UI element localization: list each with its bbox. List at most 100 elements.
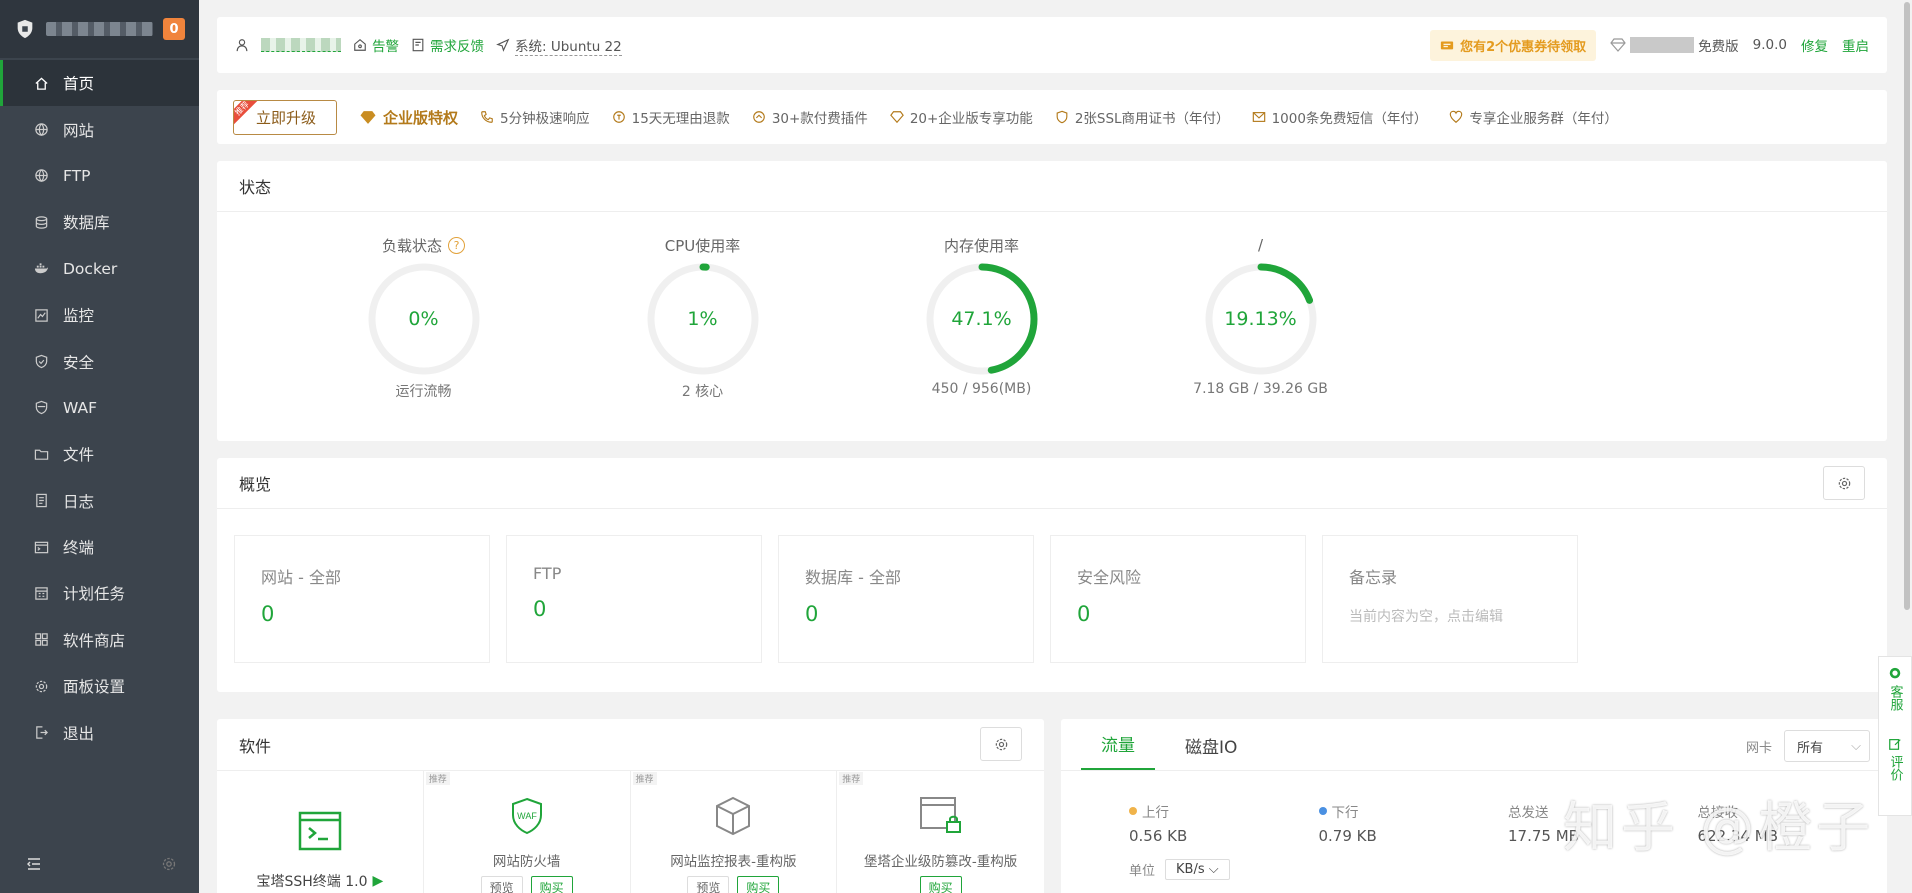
top-bar: 告警 需求反馈 系统: Ubuntu 22 您有2个优惠券待领取 免费版 9.0… [217,17,1887,73]
gauge-value: 19.13% [1224,308,1297,330]
gauge-title: 内存使用率 [943,236,1019,255]
buy-button[interactable]: 购买 [737,876,780,893]
buy-button[interactable]: 购买 [530,876,573,893]
buy-button[interactable]: 购买 [919,876,962,893]
stat-label: 上行 [1142,805,1169,821]
sidebar-item-files[interactable]: 文件 [0,431,199,477]
sidebar-item-home[interactable]: 首页 [0,60,199,107]
tab-disk-io[interactable]: 磁盘IO [1165,733,1257,770]
heart-shield-icon [1450,110,1463,123]
sidebar-item-ftp[interactable]: FTP [0,153,199,199]
gauge-cpu[interactable]: CPU使用率 1% 2 核心 [563,212,842,401]
overview-box-website[interactable]: 网站 - 全部 0 [234,535,490,663]
overview-box-database[interactable]: 数据库 - 全部 0 [778,535,1034,663]
collapse-menu-icon[interactable] [26,856,42,872]
help-icon[interactable]: ? [448,236,465,254]
server-ip-blurred[interactable] [261,38,341,52]
unit-select[interactable]: KB/s ⌵ [1165,859,1230,880]
customer-service-button[interactable]: 客服 [1888,667,1903,711]
tab-traffic[interactable]: 流量 [1081,731,1155,770]
sidebar-item-database[interactable]: 数据库 [0,199,199,245]
settings-gear-icon[interactable] [161,856,177,872]
gauge-ring: 19.13% [1203,261,1319,377]
nic-select[interactable]: 所有 ⌵ [1784,730,1870,762]
overview-value[interactable]: 0 [533,597,761,621]
send-icon [496,38,510,52]
sidebar-item-label: 首页 [63,75,95,94]
folder-icon [33,446,49,462]
sidebar-item-cron[interactable]: 计划任务 [0,570,199,616]
gauge-load[interactable]: 负载状态? 0% 运行流畅 [284,212,563,401]
software-item-tamper-proof[interactable]: 推荐 堡塔企业级防篡改-重构版 购买 [837,771,1044,893]
waf-shield-icon [33,400,49,416]
memo-note[interactable]: 当前内容为空，点击编辑 [1349,606,1577,626]
gear-icon [995,738,1007,750]
memo-label: 备忘录 [1349,568,1398,587]
software-item-waf[interactable]: 推荐 WAF 网站防火墙 预览 购买 [424,771,631,893]
version-label: 9.0.0 [1752,37,1787,53]
main-content: 告警 需求反馈 系统: Ubuntu 22 您有2个优惠券待领取 免费版 9.0… [217,17,1887,893]
alert-link[interactable]: 告警 [353,35,399,55]
nic-label: 网卡 [1745,740,1772,756]
software-grid: 宝塔SSH终端 1.0 ▶ 推荐 WAF 网站防火墙 预览 购买 推荐 网站监控… [217,771,1044,893]
feedback-link[interactable]: 需求反馈 [411,35,484,55]
coupon-promo[interactable]: 您有2个优惠券待领取 [1430,29,1597,61]
gauge-ring: 1% [645,261,761,377]
feature-label: 1000条免费短信（年付） [1271,111,1428,127]
overview-box-ftp[interactable]: FTP 0 [506,535,762,663]
preview-button[interactable]: 预览 [687,876,730,893]
logo-icon [17,19,33,39]
software-name: 宝塔SSH终端 1.0 ▶ [256,871,383,891]
review-button[interactable]: 评价 [1888,737,1903,781]
sidebar-item-website[interactable]: 网站 [0,106,199,152]
sidebar-item-store[interactable]: 软件商店 [0,617,199,663]
preview-button[interactable]: 预览 [480,876,523,893]
gauge-disk[interactable]: / 19.13% 7.18 GB / 39.26 GB [1121,212,1400,401]
sidebar-item-security[interactable]: 安全 [0,338,199,384]
overview-value[interactable]: 0 [805,602,1033,626]
restart-link[interactable]: 重启 [1842,35,1869,55]
sidebar-item-docker[interactable]: Docker [0,246,199,292]
play-icon[interactable]: ▶ [372,873,383,889]
calendar-icon [33,585,49,601]
feature-label: 5分钟极速响应 [500,111,590,127]
stat-label: 下行 [1331,805,1359,821]
diamond-gold-icon [360,110,376,124]
gauge-memory[interactable]: 内存使用率 47.1% 450 / 956(MB) [842,212,1121,401]
overview-box-memo[interactable]: 备忘录 当前内容为空，点击编辑 [1322,535,1578,663]
overview-settings-button[interactable] [1823,466,1865,500]
software-item-monitor-report[interactable]: 推荐 网站监控报表-重构版 预览 购买 [631,771,838,893]
system-info: 系统: Ubuntu 22 [496,35,622,56]
sidebar-item-waf[interactable]: WAF [0,385,199,431]
scrollbar[interactable] [1904,2,1910,610]
sidebar-item-logs[interactable]: 日志 [0,478,199,524]
recommend-tag: 推荐 [234,100,259,125]
user-icon [236,39,248,52]
plugin-icon [752,111,765,123]
nic-selector: 网卡 所有 ⌵ [1746,730,1870,762]
repair-link[interactable]: 修复 [1801,35,1828,55]
recommend-tag: 推荐 [839,772,864,785]
logout-icon [33,725,49,741]
overview-box-security[interactable]: 安全风险 0 [1050,535,1306,663]
overview-title: 概览 [217,458,1887,509]
sidebar-item-logout[interactable]: 退出 [0,709,199,755]
gauge-ring: 0% [366,261,482,377]
sidebar-item-terminal[interactable]: 终端 [0,524,199,570]
shield-icon [33,354,49,370]
notification-badge[interactable]: 0 [163,18,185,40]
sidebar-item-monitor[interactable]: 监控 [0,292,199,338]
sidebar-item-label: 终端 [63,539,95,558]
upgrade-button[interactable]: 推荐 立即升级 [233,99,338,135]
overview-value[interactable]: 0 [1077,602,1305,626]
overview-panel: 概览 网站 - 全部 0 FTP 0 数据库 - 全部 0 安全风险 0 备忘录 [217,458,1887,692]
sidebar-item-settings[interactable]: 面板设置 [0,663,199,709]
overview-value[interactable]: 0 [261,602,489,626]
promo-label: 您有2个优惠券待领取 [1460,39,1587,55]
software-settings-button[interactable] [980,727,1022,761]
software-item-ssh[interactable]: 宝塔SSH终端 1.0 ▶ [217,771,424,893]
sidebar: 0 首页 网站 FTP 数据库 Docker 监控 安全 WAF 文件 日志 终… [0,0,199,893]
feature-label: 专享企业服务群（年付） [1469,111,1618,127]
software-panel: 软件 宝塔SSH终端 1.0 ▶ 推荐 WAF 网站防火墙 预览 购买 推荐 网… [217,719,1044,893]
service-label: 客服 [1887,685,1903,711]
